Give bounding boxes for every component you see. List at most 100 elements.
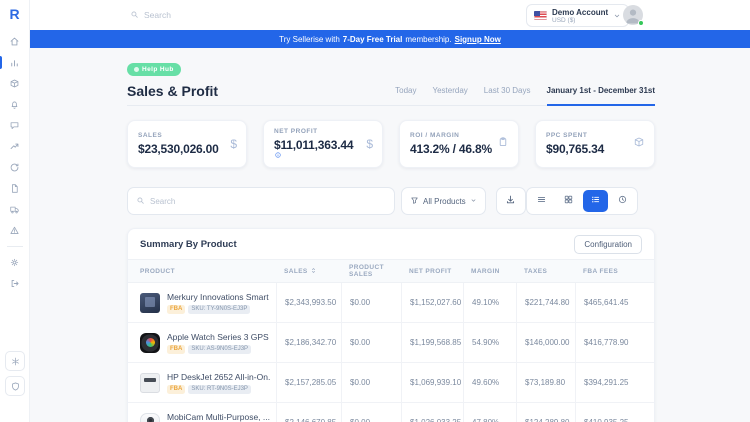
table-row[interactable]: MobiCam Multi-Purpose, ... FBA SKU: XC-9… [128, 403, 654, 422]
net-profit-card: NET PROFIT $11,011,363.44 $ [263, 120, 383, 168]
configuration-button[interactable]: Configuration [574, 234, 642, 254]
table-header: Summary By Product Configuration [128, 229, 654, 259]
sidebar-item-shipments[interactable] [0, 199, 29, 220]
product-image [140, 412, 160, 422]
product-sales-cell: $0.00 [341, 403, 401, 422]
help-hub-label: Help Hub [142, 66, 174, 73]
stat-label: PPC SPENT [546, 132, 588, 139]
sidebar-item-analytics[interactable] [0, 52, 29, 73]
product-badges: FBA SKU: TY-9N0S-EJ3P [167, 304, 271, 314]
stat-value: $11,011,363.44 [274, 138, 354, 152]
gear-icon [9, 257, 20, 268]
sidebar-item-documents[interactable] [0, 178, 29, 199]
shield-icon [10, 381, 21, 392]
cube-icon [633, 135, 645, 153]
product-image [140, 332, 160, 353]
sidebar-item-alerts[interactable] [0, 220, 29, 241]
column-net-profit: NET PROFIT [409, 267, 452, 275]
taxes-cell: $124,289.80 [516, 403, 575, 422]
product-cell: MobiCam Multi-Purpose, ... FBA SKU: XC-9… [128, 403, 276, 422]
logout-icon [9, 278, 20, 289]
user-avatar[interactable] [623, 5, 644, 26]
tab-yesterday[interactable]: Yesterday [433, 86, 468, 105]
fba-fees-cell: $410,935.25 [575, 403, 654, 422]
topbar: Demo Account USD ($) [30, 0, 750, 30]
fba-fees-cell: $465,641.45 [575, 283, 654, 322]
margin-cell: 54.90% [463, 323, 516, 362]
margin-cell: 49.60% [463, 363, 516, 402]
theme-toggle-button[interactable] [5, 351, 25, 371]
tab-custom-date-range[interactable]: January 1st - December 31st [546, 86, 655, 106]
table-body: Merkury Innovations Smart ... FBA SKU: T… [128, 283, 654, 422]
product-sales-cell: $0.00 [341, 323, 401, 362]
document-icon [9, 183, 20, 194]
menu-view-icon [536, 192, 547, 210]
tab-today[interactable]: Today [395, 86, 416, 105]
sales-cell: $2,157,285.05 [276, 363, 341, 402]
sidebar: R [0, 0, 30, 422]
product-badges: FBA SKU: AS-9N0S-EJ3P [167, 344, 271, 354]
signup-now-link[interactable]: Signup Now [455, 35, 501, 44]
sku-badge: SKU: RT-9N0S-EJ3P [188, 384, 251, 394]
sellerise-logo[interactable]: R [9, 5, 19, 23]
sidebar-item-notifications[interactable] [0, 94, 29, 115]
truck-icon [9, 204, 20, 215]
table-toolbar: All Products [127, 187, 655, 215]
export-download-button[interactable] [495, 187, 526, 215]
banner-text: membership. [405, 34, 452, 44]
product-search-input[interactable] [150, 196, 350, 206]
taxes-cell: $221,744.80 [516, 283, 575, 322]
stat-label: SALES [138, 132, 163, 139]
product-search[interactable] [127, 187, 395, 215]
list-view-button[interactable] [583, 190, 608, 212]
product-badges: FBA SKU: RT-9N0S-EJ3P [167, 384, 271, 394]
table-title: Summary By Product [140, 238, 237, 250]
menu-view-button[interactable] [529, 190, 554, 212]
product-name: Merkury Innovations Smart ... [167, 291, 271, 302]
sidebar-item-sync[interactable] [0, 157, 29, 178]
history-view-button[interactable] [610, 190, 635, 212]
chevron-down-icon [470, 197, 477, 206]
fba-badge: FBA [167, 344, 186, 354]
security-button[interactable] [5, 376, 25, 396]
sales-cell: $2,146,670.85 [276, 403, 341, 422]
column-product-sales: PRODUCT SALES [349, 264, 384, 278]
product-sales-cell: $0.00 [341, 283, 401, 322]
table-row[interactable]: HP DeskJet 2652 All-in-On... FBA SKU: RT… [128, 363, 654, 403]
sidebar-item-logout[interactable] [0, 273, 29, 294]
info-icon[interactable] [274, 146, 282, 164]
stat-value: $90,765.34 [546, 142, 605, 156]
grid-view-icon [563, 192, 574, 210]
sku-badge: SKU: TY-9N0S-EJ3P [188, 304, 251, 314]
search-icon [130, 6, 139, 24]
banner-highlight: 7-Day Free Trial [342, 34, 403, 44]
column-taxes: TAXES [524, 267, 548, 275]
global-search[interactable] [130, 0, 264, 30]
tab-last-30-days[interactable]: Last 30 Days [484, 86, 531, 105]
sparkle-icon [10, 356, 21, 367]
chevron-down-icon [613, 7, 621, 25]
account-selector[interactable]: Demo Account USD ($) [526, 4, 630, 27]
app-root: Demo Account USD ($) Try Sellerise with … [0, 0, 750, 422]
chat-icon [9, 120, 20, 131]
column-sales[interactable]: SALES [276, 260, 341, 282]
sidebar-item-trends[interactable] [0, 136, 29, 157]
table-row[interactable]: Merkury Innovations Smart ... FBA SKU: T… [128, 283, 654, 323]
global-search-input[interactable] [144, 10, 264, 20]
product-sales-cell: $0.00 [341, 363, 401, 402]
stat-value: $23,530,026.00 [138, 142, 219, 156]
sidebar-item-products[interactable] [0, 73, 29, 94]
product-name: Apple Watch Series 3 GPS ... [167, 331, 271, 342]
search-icon [136, 192, 145, 210]
help-hub-dot-icon [134, 67, 139, 72]
sidebar-item-settings[interactable] [0, 252, 29, 273]
help-hub-badge[interactable]: Help Hub [127, 63, 181, 76]
grid-view-button[interactable] [556, 190, 581, 212]
sidebar-item-messages[interactable] [0, 115, 29, 136]
table-row[interactable]: Apple Watch Series 3 GPS ... FBA SKU: AS… [128, 323, 654, 363]
sidebar-item-home[interactable] [0, 31, 29, 52]
sync-icon [9, 162, 20, 173]
all-products-filter[interactable]: All Products [401, 187, 486, 215]
taxes-cell: $73,189.80 [516, 363, 575, 402]
page-header: Sales & Profit Today Yesterday Last 30 D… [127, 79, 655, 106]
